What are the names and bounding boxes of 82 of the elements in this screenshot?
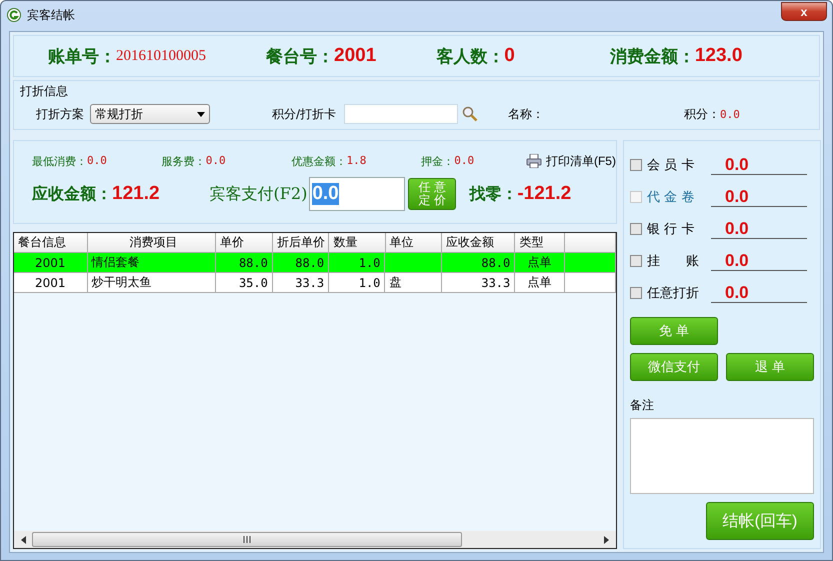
table-cell: 点单 xyxy=(515,273,566,293)
summary-value: 0.0 xyxy=(206,154,226,168)
table-cell xyxy=(385,253,442,273)
header-value: 2001 xyxy=(334,45,376,67)
table-cell: 88.0 xyxy=(272,253,330,273)
table-cell: 情侣套餐 xyxy=(88,253,216,273)
summary-label: 最低消费： xyxy=(32,154,87,168)
receivable-value: 121.2 xyxy=(112,183,160,205)
payment-label: 挂 账 xyxy=(647,253,700,270)
column-header[interactable]: 单价 xyxy=(216,233,274,253)
payment-label: 银 行 卡 xyxy=(647,221,696,238)
points-value: 0.0 xyxy=(720,108,740,120)
column-header[interactable]: 数量 xyxy=(329,233,386,253)
payment-value: 0.0 xyxy=(711,284,807,302)
change-value: -121.2 xyxy=(517,183,572,205)
column-header[interactable]: 消费项目 xyxy=(88,233,216,253)
note-text-area[interactable] xyxy=(630,418,814,494)
payment-label: 任意打折 xyxy=(647,285,700,302)
column-header[interactable]: 餐台信息 xyxy=(14,233,88,253)
table-cell xyxy=(565,253,616,273)
header-label: 客人数： xyxy=(436,46,504,68)
grip-icon xyxy=(243,536,251,543)
caret-icon xyxy=(197,112,205,116)
table-cell: 1.0 xyxy=(329,253,386,273)
table-cell: 盘 xyxy=(385,273,442,293)
header-label: 餐台号： xyxy=(266,46,334,68)
column-header[interactable] xyxy=(565,233,616,253)
window-title: 宾客结帐 xyxy=(27,6,75,24)
payment-value: 0.0 xyxy=(711,188,807,206)
payment-label: 会 员 卡 xyxy=(647,157,696,174)
section-title: 打折信息 xyxy=(20,83,69,100)
field-label: 积分： xyxy=(684,106,720,122)
table-cell: 2001 xyxy=(14,253,88,273)
horizontal-scrollbar[interactable] xyxy=(14,531,616,548)
header-value: 0 xyxy=(504,45,515,67)
column-header[interactable]: 折后单价 xyxy=(273,233,330,253)
receivable-label: 应收金额： xyxy=(32,184,112,204)
checkbox[interactable] xyxy=(630,255,642,267)
card-input-field[interactable] xyxy=(344,104,458,124)
payment-value: 0.0 xyxy=(711,156,807,174)
scheme-dropdown[interactable]: 常规打折 xyxy=(90,104,210,124)
table-cell: 88.0 xyxy=(442,253,516,273)
table-cell: 35.0 xyxy=(216,273,273,293)
print-button[interactable]: 打印清单(F5) xyxy=(526,152,616,170)
summary-label: 押金： xyxy=(421,154,454,168)
header-value: 201610100005 xyxy=(116,48,206,64)
table-cell: 点单 xyxy=(515,253,566,273)
header-label: 账单号： xyxy=(48,46,116,68)
payment-label: 代 金 卷 xyxy=(647,189,696,206)
summary-value: 0.0 xyxy=(454,154,474,168)
table-cell: 88.0 xyxy=(216,253,273,273)
field-label: 积分/打折卡 xyxy=(272,106,336,122)
scrollbar-thumb[interactable] xyxy=(32,532,462,547)
note-label: 备注 xyxy=(630,397,655,414)
checkbox[interactable] xyxy=(630,223,642,235)
header-value: 123.0 xyxy=(694,45,742,67)
field-label: 打折方案 xyxy=(36,106,84,122)
summary-label: 优惠金额： xyxy=(291,154,346,168)
table-cell xyxy=(565,273,616,293)
header-label: 消费金额： xyxy=(610,46,695,68)
close-button[interactable]: x xyxy=(781,2,827,21)
app-logo-icon xyxy=(7,8,21,22)
table-cell: 炒干明太鱼 xyxy=(88,273,216,293)
checkbox[interactable] xyxy=(630,159,642,171)
column-header[interactable]: 单位 xyxy=(386,233,442,253)
pay-label: 宾客支付(F2) xyxy=(210,184,308,204)
table-cell: 2001 xyxy=(14,273,88,293)
printer-icon xyxy=(526,154,542,168)
search-icon[interactable] xyxy=(462,106,478,122)
field-label: 名称： xyxy=(508,106,544,122)
change-label: 找零： xyxy=(469,184,518,204)
payment-value: 0.0 xyxy=(711,252,807,270)
summary-label: 服务费： xyxy=(162,154,206,168)
checkbox[interactable] xyxy=(630,287,642,299)
payment-value: 0.0 xyxy=(711,220,807,238)
table-cell: 33.3 xyxy=(442,273,516,293)
table-cell: 1.0 xyxy=(329,273,386,293)
column-header[interactable]: 类型 xyxy=(515,233,566,253)
summary-value: 0.0 xyxy=(87,154,107,168)
summary-value: 1.8 xyxy=(346,154,366,168)
table-cell: 33.3 xyxy=(272,273,330,293)
column-header[interactable]: 应收金额 xyxy=(442,233,516,253)
